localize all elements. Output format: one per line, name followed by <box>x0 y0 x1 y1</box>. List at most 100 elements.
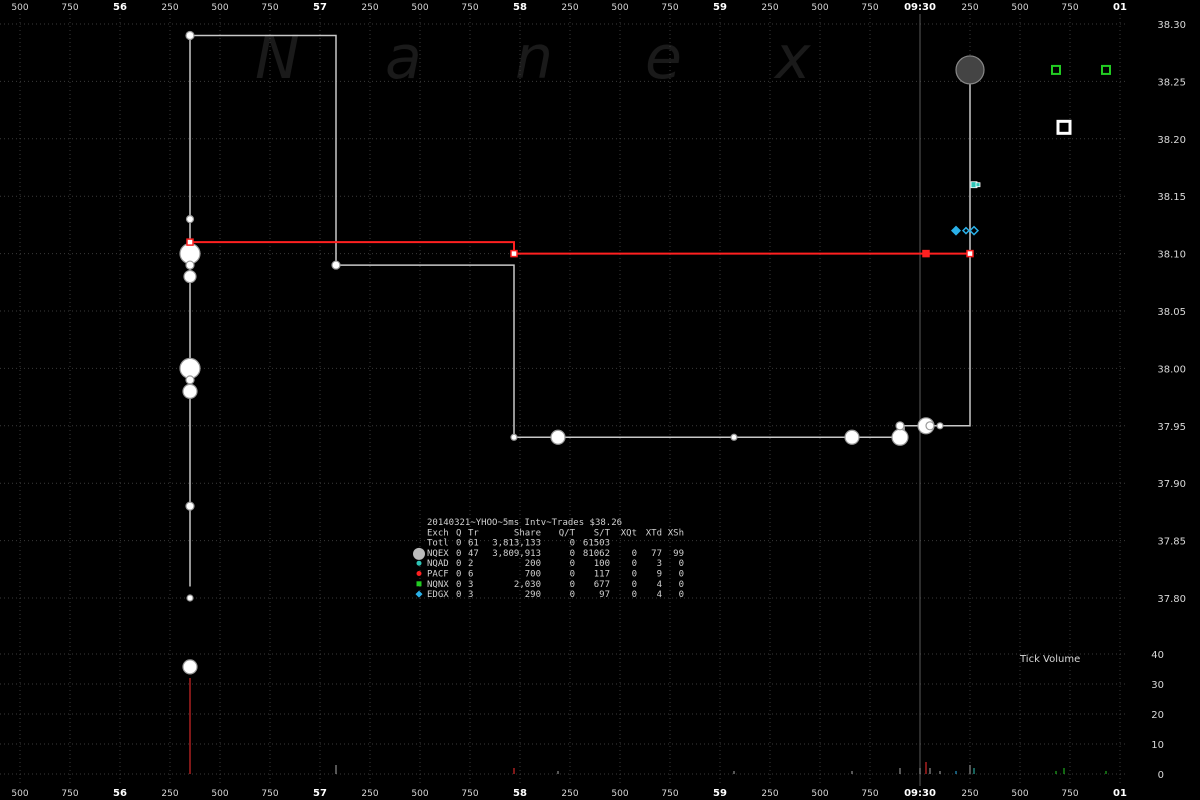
x-tick-label: 500 <box>1011 3 1028 13</box>
legend-marker <box>416 571 422 576</box>
stats-cell: 0 <box>570 570 575 580</box>
pacf-trade-point <box>186 238 194 246</box>
nqex-trade-point <box>182 659 198 675</box>
volume-tick-label: 0 <box>1158 770 1164 781</box>
stats-cell: Totl <box>427 539 449 549</box>
y-tick-label: 38.05 <box>1157 307 1186 318</box>
nqad-trade-point <box>975 182 981 188</box>
stats-cell: 0 <box>570 559 575 569</box>
x-tick-label: 250 <box>361 789 378 799</box>
edgx-trade-point <box>961 226 971 235</box>
x-tick-label: 250 <box>961 3 978 13</box>
x-tick-label: 500 <box>811 3 828 13</box>
stats-cell: 0 <box>632 559 637 569</box>
stats-cell: 9 <box>657 570 662 580</box>
x-tick-label: 500 <box>1011 789 1028 799</box>
x-tick-label: 750 <box>1061 3 1078 13</box>
x-tick-label: 09:30 <box>904 2 936 13</box>
x-tick-label: 750 <box>61 3 78 13</box>
watermark-letter: n <box>515 23 553 93</box>
stats-cell: 0 <box>570 590 575 600</box>
y-tick-label: 37.85 <box>1157 537 1186 548</box>
nqnx-trade-point <box>1056 119 1072 135</box>
tick-volume-label: Tick Volume <box>1019 654 1080 665</box>
stats-cell: 0 <box>679 570 684 580</box>
stats-cell: 47 <box>468 549 479 559</box>
step-line-pacf <box>190 241 970 255</box>
nqex-trade-point <box>844 429 860 445</box>
stats-cell: 677 <box>594 580 610 590</box>
x-tick-label: 750 <box>461 789 478 799</box>
x-tick-label: 250 <box>161 3 178 13</box>
x-tick-label: 750 <box>661 789 678 799</box>
y-axis-volume: 40 30 20 10 0 <box>1151 650 1164 781</box>
stats-cell: 61503 <box>583 539 610 549</box>
stats-header-cell: Exch <box>427 528 449 538</box>
stats-header-cell: XQt <box>621 528 637 538</box>
stats-header-cell: XTd <box>646 528 662 538</box>
stats-cell: 0 <box>456 580 461 590</box>
y-axis-price: 38.30 38.25 38.20 38.15 38.10 38.05 38.00 37.95… <box>1157 20 1186 605</box>
watermark-letter: x <box>773 23 811 93</box>
stats-cell: 97 <box>599 590 610 600</box>
stats-cell: 0 <box>456 590 461 600</box>
stats-cell: 0 <box>632 570 637 580</box>
stats-cell: 200 <box>525 559 541 569</box>
x-tick-label: 250 <box>761 789 778 799</box>
nqex-trade-point <box>185 501 195 511</box>
stats-cell: 77 <box>651 549 662 559</box>
stats-cell: 2 <box>468 559 473 569</box>
stats-cell: 2,030 <box>514 580 541 590</box>
stats-header-cell: Q/T <box>559 528 576 538</box>
stats-cell: NQNX <box>427 580 449 590</box>
stats-header-cell: XSh <box>668 528 684 538</box>
x-tick-label: 750 <box>461 3 478 13</box>
stats-cell: 3 <box>657 559 662 569</box>
x-tick-label: 500 <box>11 789 28 799</box>
stats-cell: 0 <box>632 580 637 590</box>
x-tick-label: 500 <box>411 789 428 799</box>
stats-cell: 3,813,133 <box>492 539 541 549</box>
stats-title: 20140321~YHOO~5ms Intv~Trades $38.26 <box>427 518 622 528</box>
x-tick-label: 250 <box>361 3 378 13</box>
grid <box>0 14 1125 786</box>
stats-cell: 4 <box>657 590 662 600</box>
x-tick-label: 01 <box>1113 788 1127 799</box>
stats-header-cell: Share <box>514 528 541 538</box>
nqex-trade-point <box>183 269 197 284</box>
x-tick-label: 250 <box>961 789 978 799</box>
stats-cell: 3,809,913 <box>492 549 541 559</box>
x-tick-label: 500 <box>211 789 228 799</box>
stats-cell: PACF <box>427 570 449 580</box>
x-tick-label: 750 <box>261 3 278 13</box>
edgx-trade-point <box>950 225 962 236</box>
y-tick-label: 38.00 <box>1157 364 1186 375</box>
y-tick-label: 37.95 <box>1157 422 1186 433</box>
volume-tick-label: 10 <box>1151 740 1164 751</box>
nqex-trade-point <box>925 421 935 431</box>
pacf-trade-point <box>510 249 518 258</box>
stats-cell: 6 <box>468 570 473 580</box>
stats-cell: 0 <box>679 590 684 600</box>
x-tick-label: 01 <box>1113 2 1127 13</box>
stats-cell: 0 <box>456 549 461 559</box>
watermark-letter: e <box>645 23 682 93</box>
nqex-trade-point <box>185 260 195 270</box>
x-tick-label: 500 <box>11 3 28 13</box>
watermark-letter: N <box>255 23 300 93</box>
x-tick-label: 56 <box>113 788 127 799</box>
nqex-trade-point <box>186 594 194 602</box>
tick-volume-bars <box>189 678 1107 774</box>
stats-cell: 117 <box>594 570 610 580</box>
legend-marker-nqex <box>413 547 425 560</box>
x-tick-label: 58 <box>513 788 527 799</box>
x-tick-label: 59 <box>713 788 727 799</box>
y-tick-label: 37.80 <box>1157 594 1186 605</box>
stats-cell: NQEX <box>427 549 449 559</box>
nqex-trade-point <box>182 383 198 399</box>
stats-cell: 290 <box>525 590 541 600</box>
nqex-trade-point <box>550 429 566 445</box>
x-tick-label: 59 <box>713 2 727 13</box>
stats-cell: 0 <box>632 549 637 559</box>
watermark-letter: a <box>385 23 422 93</box>
